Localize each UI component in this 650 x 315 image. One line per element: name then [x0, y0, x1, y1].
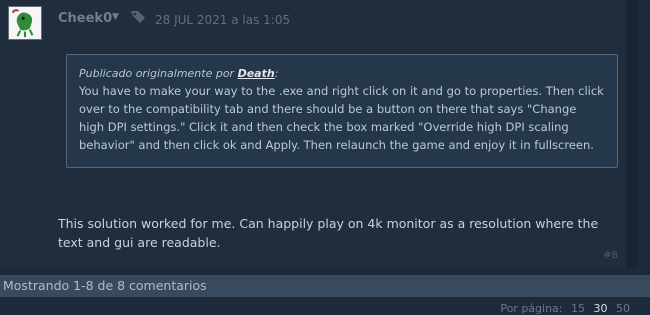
post-number[interactable]: #8	[603, 250, 618, 261]
scroll-rail	[626, 0, 638, 268]
comment-count-bar: Mostrando 1-8 de 8 comentarios	[0, 275, 650, 297]
comment-post: Cheek0 ▼ 28 JUL 2021 a las 1:05 Publicad…	[0, 0, 638, 268]
showing-text: Mostrando 1-8 de 8 comentarios	[3, 278, 207, 293]
author-name[interactable]: Cheek0	[58, 11, 112, 26]
quote-suffix: :	[274, 67, 279, 80]
quote-block: Publicado originalmente por Death: You h…	[66, 54, 618, 168]
per-page-option-15[interactable]: 15	[571, 302, 585, 315]
per-page-selector: Por página: 15 30 50	[495, 302, 630, 315]
reply-text: This solution worked for me. Can happily…	[58, 216, 599, 250]
chevron-down-icon[interactable]: ▼	[112, 12, 119, 22]
avatar-image	[9, 7, 41, 39]
per-page-label: Por página:	[500, 302, 563, 315]
quote-header: Publicado originalmente por Death:	[79, 67, 605, 81]
per-page-option-30[interactable]: 30	[594, 302, 608, 315]
post-date: 28 JUL 2021 a las 1:05	[155, 13, 291, 27]
tag-icon	[131, 11, 145, 23]
per-page-option-50[interactable]: 50	[616, 302, 630, 315]
quote-text: You have to make your way to the .exe an…	[79, 84, 604, 152]
quote-author-link[interactable]: Death	[238, 67, 275, 80]
quote-prefix: Publicado originalmente por	[79, 67, 238, 80]
avatar[interactable]	[8, 6, 42, 40]
